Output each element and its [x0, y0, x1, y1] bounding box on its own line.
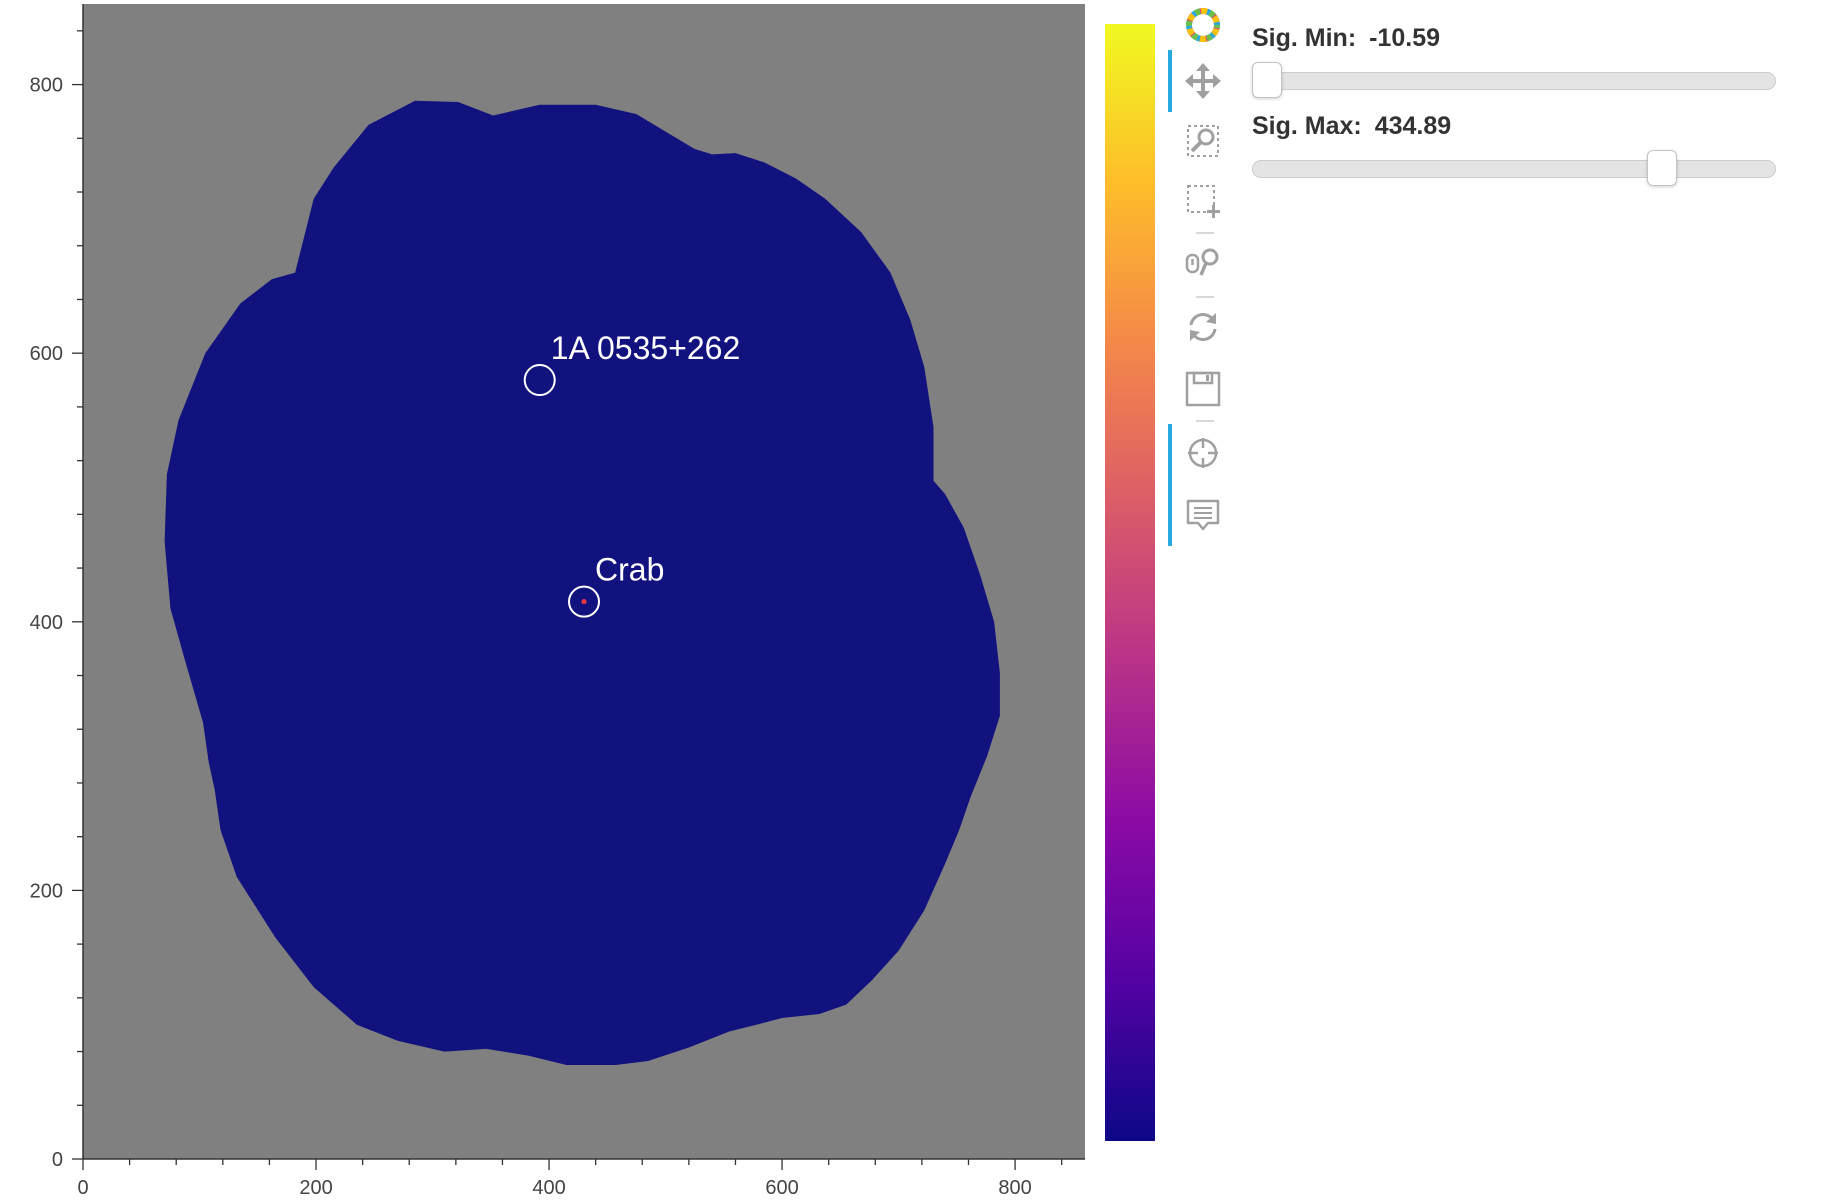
sky-map-plot[interactable]: 1A 0535+262 Crab 0 200 400 600 800 0 200 400 600…: [0, 0, 1200, 1204]
reset-icon[interactable]: [1178, 302, 1228, 352]
sig-min-track[interactable]: [1252, 72, 1776, 90]
sig-max-track[interactable]: [1252, 160, 1776, 178]
sig-min-title: Sig. Min: -10.59: [1252, 24, 1782, 53]
sig-min-slider: Sig. Min: -10.59: [1252, 24, 1782, 98]
active-tool-indicator: [1168, 50, 1172, 112]
colorbar: [1105, 24, 1155, 1141]
wheel-zoom-icon[interactable]: [1178, 238, 1228, 288]
crosshair-icon[interactable]: [1178, 428, 1228, 478]
x-tick-label: 600: [765, 1177, 798, 1199]
source-label: Crab: [595, 552, 664, 588]
hover-icon[interactable]: [1178, 490, 1228, 540]
plot-area[interactable]: 1A 0535+262 Crab: [83, 4, 1085, 1159]
pan-icon[interactable]: [1178, 56, 1228, 106]
sig-max-label: Sig. Max:: [1252, 112, 1362, 140]
x-tick-label: 400: [532, 1177, 565, 1199]
sig-min-handle[interactable]: [1252, 62, 1282, 98]
sig-max-value: 434.89: [1374, 112, 1452, 140]
source-label: 1A 0535+262: [551, 330, 741, 366]
box-select-icon[interactable]: [1178, 176, 1228, 226]
sig-max-slider: Sig. Max: 434.89: [1252, 112, 1782, 186]
bokeh-logo-icon[interactable]: [1178, 0, 1228, 50]
x-tick-label: 200: [299, 1177, 332, 1199]
sig-min-label: Sig. Min:: [1252, 24, 1357, 52]
y-tick-label: 400: [30, 612, 63, 634]
y-tick-label: 0: [52, 1149, 63, 1171]
x-axis: 0 200 400 600 800: [77, 1158, 1085, 1199]
y-tick-label: 600: [30, 343, 63, 365]
toolbar: [1168, 0, 1238, 560]
save-icon[interactable]: [1178, 364, 1228, 414]
sig-max-handle[interactable]: [1647, 150, 1677, 186]
box-zoom-icon[interactable]: [1178, 116, 1228, 166]
y-tick-label: 200: [30, 880, 63, 902]
sig-min-value: -10.59: [1369, 24, 1440, 52]
source-peak-dot: [581, 599, 587, 605]
sig-max-title: Sig. Max: 434.89: [1252, 112, 1782, 141]
active-inspect-indicator: [1168, 424, 1172, 546]
x-tick-label: 0: [77, 1177, 88, 1199]
y-axis: 0 200 400 600 800: [30, 4, 84, 1171]
x-tick-label: 800: [998, 1177, 1031, 1199]
y-tick-label: 800: [30, 75, 63, 97]
